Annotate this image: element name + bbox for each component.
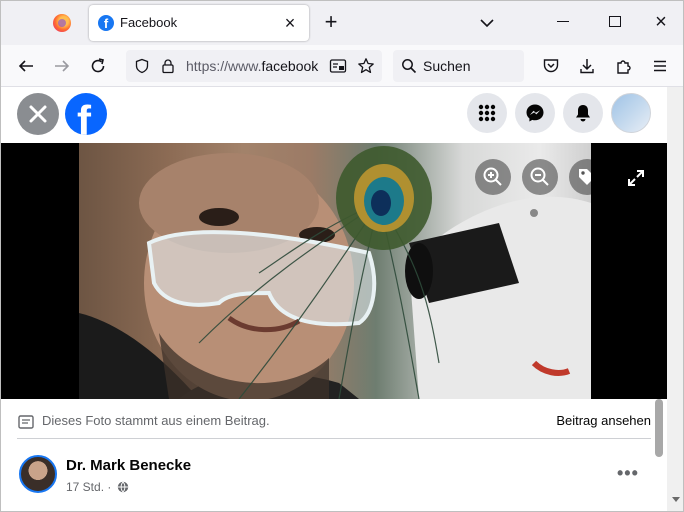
author-avatar[interactable] xyxy=(19,455,57,493)
list-all-tabs-icon[interactable] xyxy=(475,11,499,35)
post-info-panel: Dieses Foto stammt aus einem Beitrag. Be… xyxy=(1,399,667,511)
menu-grid-button[interactable] xyxy=(467,93,507,133)
pocket-icon[interactable] xyxy=(538,53,564,79)
url-prefix: https://www. xyxy=(186,58,262,74)
zoom-in-button[interactable] xyxy=(475,159,511,195)
facebook-header: f xyxy=(1,87,667,143)
post-meta: 17 Std. · xyxy=(66,480,129,496)
bell-icon xyxy=(576,105,590,122)
photo-image xyxy=(79,146,591,399)
facebook-logo-letter: f xyxy=(77,97,91,135)
search-icon xyxy=(399,56,419,76)
zoom-in-icon xyxy=(483,167,502,186)
facebook-favicon-icon: f xyxy=(98,15,114,31)
url-domain: facebook xyxy=(261,58,319,74)
navigation-toolbar: https://www.facebook Suchen xyxy=(1,45,683,87)
photo-source-text: Dieses Foto stammt aus einem Beitrag. xyxy=(42,413,270,428)
address-bar[interactable]: https://www.facebook xyxy=(126,50,382,82)
more-options-icon[interactable]: ••• xyxy=(617,463,639,484)
notifications-button[interactable] xyxy=(563,93,603,133)
account-avatar[interactable] xyxy=(611,93,651,133)
grid-icon xyxy=(478,104,496,122)
search-placeholder: Suchen xyxy=(423,58,471,74)
tab-title: Facebook xyxy=(120,15,178,30)
search-bar[interactable]: Suchen xyxy=(393,50,524,82)
post-time[interactable]: 17 Std. · xyxy=(66,480,111,494)
firefox-icon[interactable] xyxy=(53,14,71,32)
menu-hamburger-icon[interactable] xyxy=(647,53,673,79)
maximize-icon[interactable] xyxy=(609,16,621,27)
tag-icon xyxy=(579,169,591,185)
photo-source-row: Dieses Foto stammt aus einem Beitrag. Be… xyxy=(17,407,651,439)
photo-viewer xyxy=(1,143,667,399)
close-photo-button[interactable] xyxy=(17,93,59,135)
scroll-down-arrow-icon[interactable] xyxy=(672,497,680,502)
reload-icon[interactable] xyxy=(85,53,111,79)
forward-icon[interactable] xyxy=(49,53,75,79)
downloads-icon[interactable] xyxy=(574,53,600,79)
facebook-logo[interactable]: f xyxy=(65,93,107,135)
url-text[interactable]: https://www.facebook xyxy=(186,58,320,74)
zoom-out-button[interactable] xyxy=(522,159,558,195)
new-tab-icon[interactable]: + xyxy=(319,11,343,35)
fullscreen-icon[interactable] xyxy=(625,167,647,189)
browser-window: f Facebook × + × https://www.facebook Su… xyxy=(0,0,684,512)
panel-scrollbar-thumb[interactable] xyxy=(655,399,663,457)
messenger-icon xyxy=(526,104,544,122)
post-photo xyxy=(79,143,591,399)
minimize-icon[interactable] xyxy=(557,21,569,22)
bookmark-star-icon[interactable] xyxy=(356,56,376,76)
back-icon[interactable] xyxy=(13,53,39,79)
tracking-shield-icon[interactable] xyxy=(132,56,152,76)
post-document-icon xyxy=(17,413,35,436)
author-name[interactable]: Dr. Mark Benecke xyxy=(66,457,191,474)
zoom-out-icon xyxy=(530,167,549,186)
page-scrollbar[interactable] xyxy=(667,87,683,511)
globe-icon xyxy=(117,481,129,496)
close-window-icon[interactable]: × xyxy=(649,11,673,35)
view-post-link[interactable]: Beitrag ansehen xyxy=(556,413,651,428)
tab-facebook[interactable]: f Facebook × xyxy=(89,5,309,41)
close-icon xyxy=(29,105,47,123)
tab-strip: f Facebook × + × xyxy=(1,1,683,45)
lock-icon[interactable] xyxy=(158,56,178,76)
extensions-icon[interactable] xyxy=(611,53,637,79)
reader-view-icon[interactable] xyxy=(328,56,348,76)
messenger-button[interactable] xyxy=(515,93,555,133)
tab-close-icon[interactable]: × xyxy=(279,12,301,34)
